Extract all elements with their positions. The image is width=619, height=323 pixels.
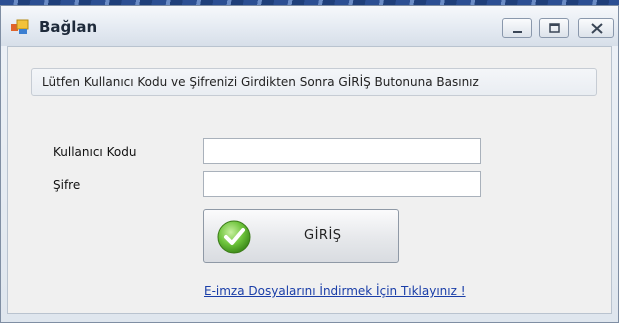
login-button-label: GİRİŞ xyxy=(304,228,342,243)
minimize-icon xyxy=(513,31,522,33)
login-button[interactable]: GİRİŞ xyxy=(203,209,399,263)
password-input[interactable] xyxy=(203,171,481,197)
title-bar[interactable]: Bağlan xyxy=(1,6,618,46)
maximize-button[interactable] xyxy=(539,18,569,38)
close-icon xyxy=(591,23,603,34)
user-code-label: Kullanıcı Kodu xyxy=(53,145,137,159)
window-title: Bağlan xyxy=(39,18,98,36)
maximize-icon xyxy=(549,23,560,33)
app-icon xyxy=(11,19,29,35)
instruction-text: Lütfen Kullanıcı Kodu ve Şifrenizi Girdi… xyxy=(42,75,479,89)
close-button[interactable] xyxy=(578,18,614,38)
instruction-banner: Lütfen Kullanıcı Kodu ve Şifrenizi Girdi… xyxy=(31,68,597,96)
check-icon xyxy=(216,219,252,259)
login-form-panel: Lütfen Kullanıcı Kodu ve Şifrenizi Girdi… xyxy=(7,46,612,314)
user-code-input[interactable] xyxy=(203,138,481,164)
password-label: Şifre xyxy=(53,178,81,192)
login-window: Bağlan Lütfen Kullanıcı Kodu ve Şifreniz… xyxy=(0,5,619,323)
e-signature-download-link[interactable]: E-imza Dosyalarını İndirmek İçin Tıklayı… xyxy=(204,284,466,298)
minimize-button[interactable] xyxy=(502,18,532,38)
